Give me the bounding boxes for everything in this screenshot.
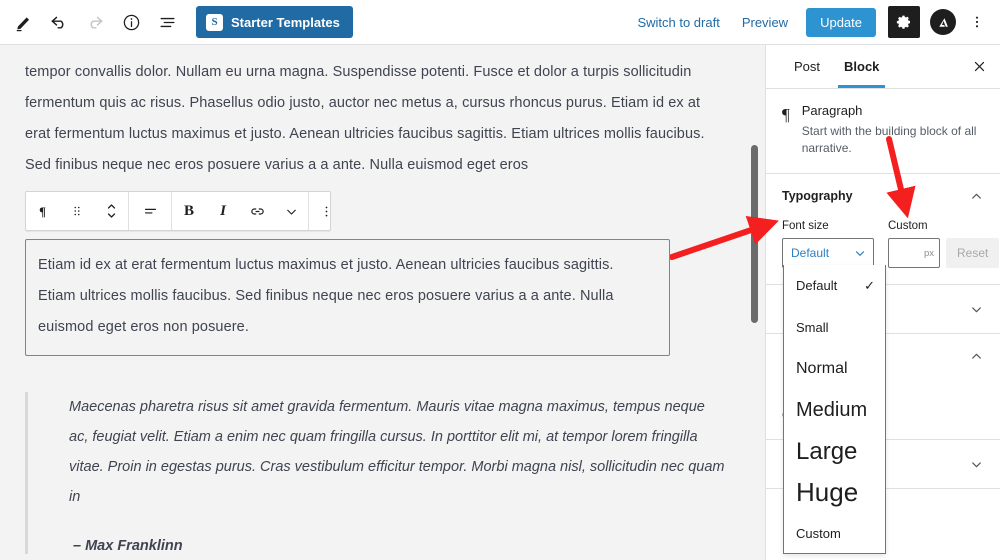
close-icon[interactable] — [958, 45, 1000, 88]
chevron-up-icon[interactable] — [969, 189, 984, 204]
selected-paragraph-text: Etiam id ex at erat fermentum luctus max… — [38, 257, 614, 335]
paragraph-pilcrow-icon: ¶ — [782, 105, 790, 124]
chevron-down-icon[interactable] — [969, 302, 984, 317]
gear-icon[interactable] — [888, 6, 920, 38]
custom-font-size-input[interactable]: px — [888, 238, 940, 268]
editor-top-bar: S Starter Templates Switch to draft Prev… — [0, 0, 1000, 45]
drag-handle-icon[interactable] — [60, 192, 94, 230]
font-size-option-label: Custom — [796, 525, 841, 541]
tab-post[interactable]: Post — [782, 45, 832, 88]
block-description: Start with the building block of all nar… — [801, 124, 977, 155]
chevron-down-icon[interactable] — [274, 192, 308, 230]
font-size-option-normal[interactable]: Normal — [784, 348, 885, 389]
edit-pencil-icon[interactable] — [6, 5, 40, 39]
paragraph-block-top[interactable]: tempor convallis dolor. Nullam eu urna m… — [25, 57, 725, 181]
font-size-select-value: Default — [791, 246, 830, 260]
font-size-option-label: Normal — [796, 359, 848, 377]
bold-label: B — [183, 202, 194, 219]
svg-text:¶: ¶ — [39, 204, 46, 218]
block-toolbar: ¶ B I — [25, 191, 331, 231]
font-size-option-label: Small — [796, 319, 829, 335]
reset-font-size-button[interactable]: Reset — [946, 238, 1000, 268]
bold-button[interactable]: B — [172, 192, 206, 230]
font-size-option-huge[interactable]: Huge — [784, 472, 885, 513]
font-size-option-small[interactable]: Small — [784, 306, 885, 348]
check-icon: ✓ — [864, 277, 875, 293]
move-up-down-icon[interactable] — [94, 192, 128, 230]
panel-typography-header[interactable]: Typography — [782, 174, 984, 218]
info-icon[interactable] — [114, 5, 148, 39]
link-icon[interactable] — [240, 192, 274, 230]
update-button[interactable]: Update — [806, 7, 876, 37]
wordpress-block-editor: S Starter Templates Switch to draft Prev… — [0, 0, 1000, 560]
custom-font-size-unit: px — [923, 247, 934, 259]
block-toolbar-group-options — [308, 192, 343, 230]
italic-label: I — [220, 202, 226, 219]
font-size-option-default[interactable]: Default ✓ — [784, 265, 885, 306]
selected-paragraph-block[interactable]: Etiam id ex at erat fermentum luctus max… — [25, 239, 670, 356]
block-info-card: ¶ Paragraph Start with the building bloc… — [766, 89, 1000, 174]
font-size-label: Font size — [782, 220, 829, 232]
quote-citation: – Max Franklinn — [73, 538, 183, 554]
more-options-icon[interactable] — [309, 192, 343, 230]
block-toolbar-group-align — [128, 192, 171, 230]
font-size-option-custom[interactable]: Custom — [784, 513, 885, 553]
block-title: Paragraph — [801, 103, 863, 118]
editor-canvas[interactable]: tempor convallis dolor. Nullam eu urna m… — [0, 45, 765, 560]
editor-scrollbar[interactable] — [751, 145, 758, 323]
font-size-option-label: Huge — [796, 477, 859, 507]
block-toolbar-group-block: ¶ — [26, 192, 128, 230]
font-size-option-label: Default — [796, 278, 838, 293]
chevron-down-icon — [853, 246, 867, 260]
switch-to-draft-button[interactable]: Switch to draft — [627, 9, 729, 36]
starter-templates-button[interactable]: S Starter Templates — [196, 6, 353, 38]
starter-templates-label: Starter Templates — [231, 14, 340, 30]
chevron-up-icon[interactable] — [969, 349, 984, 364]
top-bar-left-tools: S Starter Templates — [0, 5, 353, 39]
custom-font-size-label: Custom — [888, 220, 928, 232]
align-text-icon[interactable] — [129, 192, 171, 230]
sidebar-tabs: Post Block — [766, 45, 1000, 89]
tab-block[interactable]: Block — [832, 45, 891, 88]
font-size-option-large[interactable]: Large — [784, 431, 885, 472]
top-bar-right-tools: Switch to draft Preview Update — [627, 6, 1000, 38]
undo-icon[interactable] — [42, 5, 76, 39]
list-view-icon[interactable] — [150, 5, 184, 39]
italic-button[interactable]: I — [206, 192, 240, 230]
paragraph-pilcrow-icon[interactable]: ¶ — [26, 192, 60, 230]
font-size-option-label: Medium — [796, 398, 868, 421]
redo-icon — [78, 5, 112, 39]
block-toolbar-group-format: B I — [171, 192, 308, 230]
starter-templates-logo-icon: S — [206, 13, 223, 31]
preview-button[interactable]: Preview — [732, 9, 798, 36]
quote-block[interactable]: Maecenas pharetra risus sit amet gravida… — [25, 392, 725, 554]
chevron-down-icon[interactable] — [969, 457, 984, 472]
kebab-menu-icon[interactable] — [962, 6, 992, 38]
quote-text: Maecenas pharetra risus sit amet gravida… — [69, 399, 725, 505]
font-size-select[interactable]: Default — [782, 238, 874, 268]
font-size-option-medium[interactable]: Medium — [784, 389, 885, 431]
astra-logo-icon[interactable] — [930, 9, 956, 35]
font-size-option-label: Large — [796, 437, 858, 465]
panel-typography-title: Typography — [782, 189, 853, 203]
font-size-dropdown-list[interactable]: Default ✓ Small Normal Medium Large Huge Custom — [783, 265, 886, 554]
